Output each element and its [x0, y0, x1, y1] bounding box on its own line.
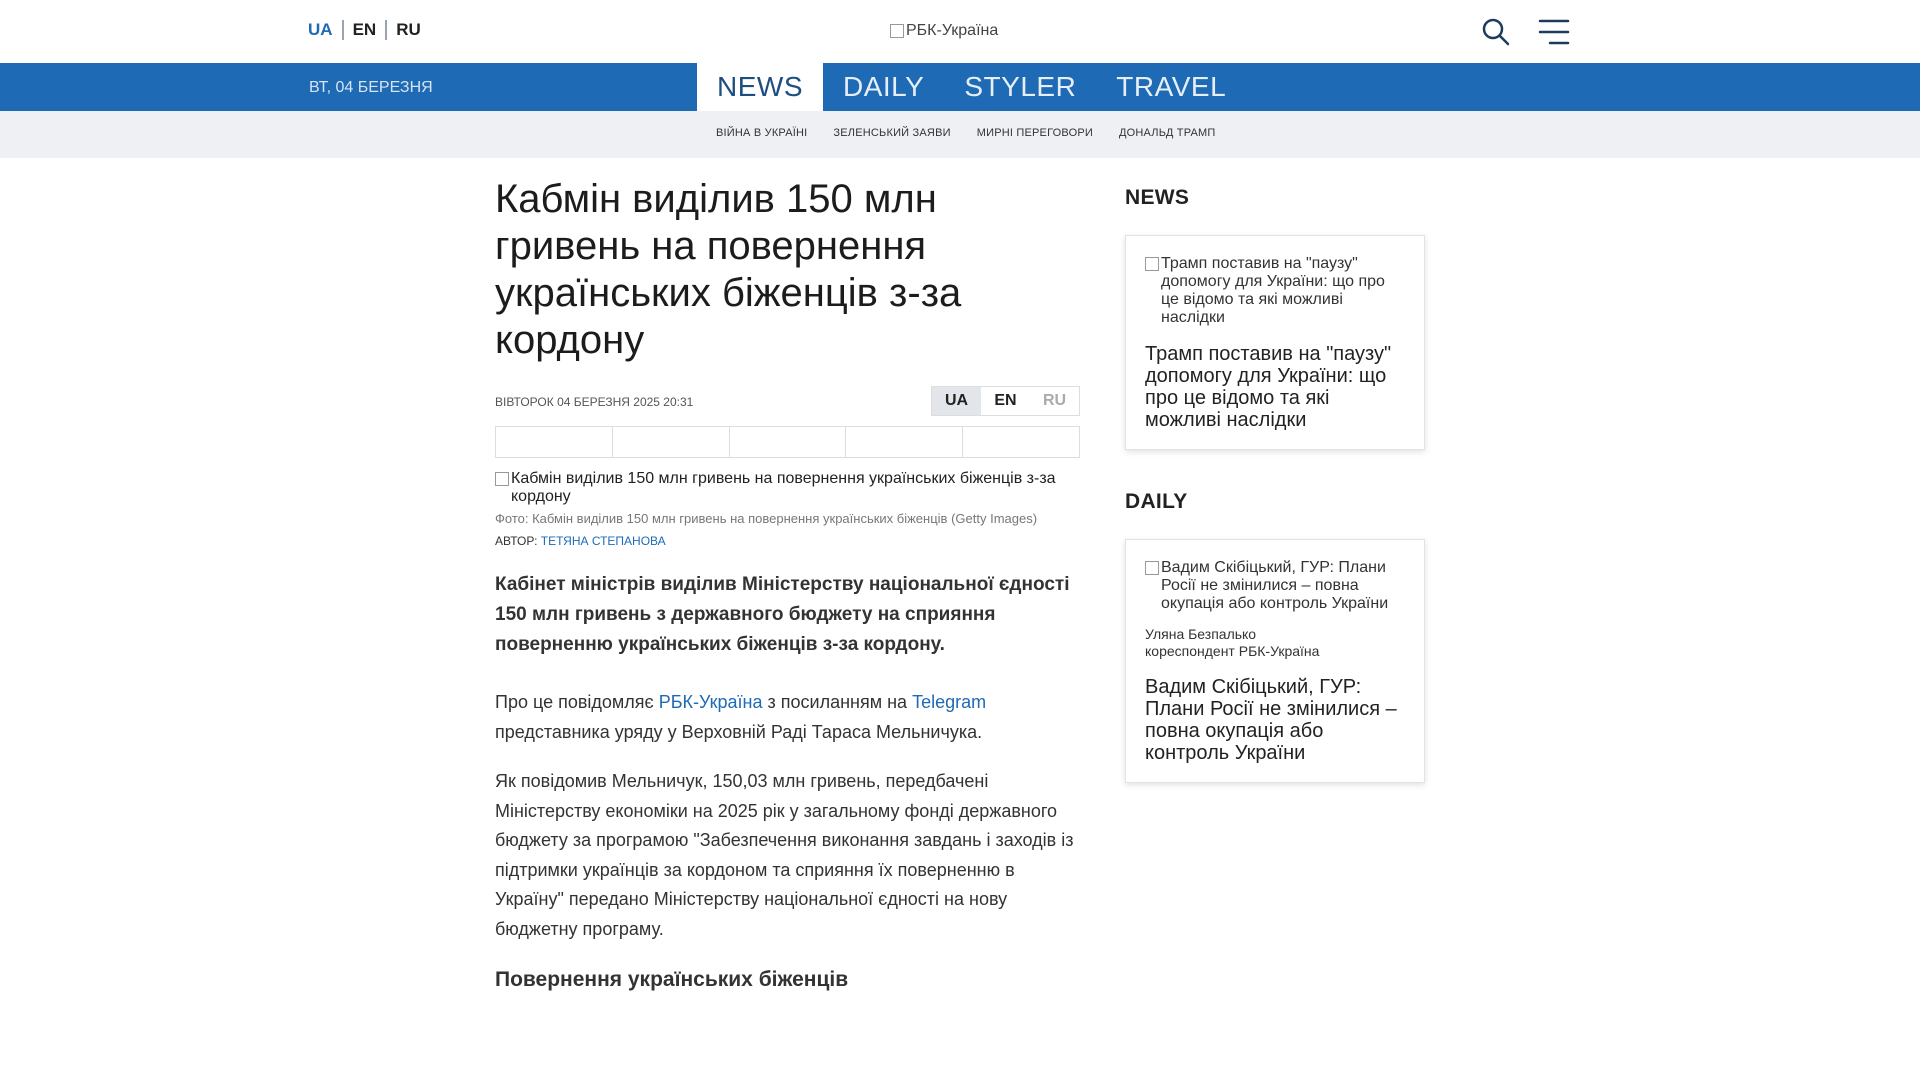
- tag-link[interactable]: МИРНІ ПЕРЕГОВОРИ: [977, 127, 1093, 139]
- sidebar-news-title: NEWS: [1125, 186, 1190, 209]
- daily-card-headline[interactable]: Вадим Скібіцький, ГУР: Плани Росії не зм…: [1145, 676, 1405, 764]
- article-lang-en[interactable]: EN: [981, 387, 1030, 415]
- news-card[interactable]: Трамп поставив на "паузу" допомогу для У…: [1125, 235, 1425, 450]
- tab-travel[interactable]: TRAVEL: [1096, 63, 1246, 111]
- paragraph-text: з посиланням на: [762, 692, 913, 712]
- article-title: Кабмін виділив 150 млн гривень на поверн…: [495, 177, 962, 362]
- image-caption: Фото: Кабмін виділив 150 млн гривень на …: [495, 511, 1038, 526]
- logo-alt-text: РБК-Україна: [906, 22, 999, 39]
- article-paragraph: Про це повідомляє РБК-Україна з посиланн…: [495, 688, 1080, 747]
- tab-daily[interactable]: DAILY: [823, 63, 944, 111]
- share-button[interactable]: [846, 427, 964, 457]
- daily-card-author: Уляна Безпалько кореспондент РБК-Україна: [1145, 626, 1405, 660]
- current-date: ВТ, 04 БЕРЕЗНЯ: [309, 79, 433, 96]
- share-button[interactable]: [613, 427, 730, 457]
- broken-image-icon: [1145, 561, 1159, 575]
- daily-author-role: кореспондент РБК-Україна: [1145, 643, 1320, 659]
- news-card-image: Трамп поставив на "паузу" допомогу для У…: [1145, 255, 1405, 327]
- daily-author-name: Уляна Безпалько: [1145, 626, 1257, 642]
- article-lang-ru: RU: [1030, 387, 1079, 415]
- broken-image-icon: [495, 472, 509, 486]
- section-nav-bar: ВТ, 04 БЕРЕЗНЯ NEWS DAILY STYLER TRAVEL: [0, 63, 1920, 111]
- share-buttons: [495, 426, 1080, 458]
- article-lead: Кабінет міністрів виділив Міністерству н…: [495, 574, 1070, 655]
- section-tabs: NEWS DAILY STYLER TRAVEL: [697, 63, 1246, 111]
- broken-image-icon: [1145, 257, 1159, 271]
- article: Кабмін виділив 150 млн гривень на поверн…: [495, 176, 1080, 992]
- site-logo[interactable]: РБК-Україна: [890, 22, 998, 40]
- article-subheading: Повернення українських біженців: [495, 968, 849, 991]
- tag-link[interactable]: ЗЕЛЕНСЬКИЙ ЗАЯВИ: [833, 127, 950, 139]
- article-meta: ВІВТОРОК 04 БЕРЕЗНЯ 2025 20:31 UA EN RU: [495, 386, 1080, 416]
- paragraph-text: Про це повідомляє: [495, 692, 659, 712]
- share-button[interactable]: [496, 427, 613, 457]
- daily-card-image-alt: Вадим Скібіцький, ГУР: Плани Росії не зм…: [1161, 559, 1389, 612]
- sidebar: NEWS Трамп поставив на "паузу" допомогу …: [1125, 186, 1425, 783]
- search-button[interactable]: [1480, 16, 1512, 48]
- top-header: UA EN RU РБК-Україна: [0, 0, 1920, 63]
- article-author: АВТОР: ТЕТЯНА СТЕПАНОВА: [495, 534, 1080, 548]
- article-language-switcher: UA EN RU: [931, 386, 1080, 416]
- daily-card-image: Вадим Скібіцький, ГУР: Плани Росії не зм…: [1145, 559, 1405, 613]
- hamburger-menu-icon: [1538, 19, 1570, 45]
- tags-bar: ВІЙНА В УКРАЇНІ ЗЕЛЕНСЬКИЙ ЗАЯВИ МИРНІ П…: [0, 111, 1920, 158]
- daily-card[interactable]: Вадим Скібіцький, ГУР: Плани Росії не зм…: [1125, 539, 1425, 783]
- share-button[interactable]: [730, 427, 847, 457]
- broken-image-icon: [890, 24, 904, 38]
- article-image-alt: Кабмін виділив 150 млн гривень на поверн…: [511, 470, 1056, 505]
- tag-link[interactable]: ДОНАЛЬД ТРАМП: [1119, 127, 1216, 139]
- source-link[interactable]: РБК-Україна: [659, 692, 763, 712]
- article-paragraph: Як повідомив Мельничук, 150,03 млн гриве…: [495, 771, 1074, 939]
- tag-link[interactable]: ВІЙНА В УКРАЇНІ: [716, 127, 807, 139]
- publish-date: ВІВТОРОК 04 БЕРЕЗНЯ 2025 20:31: [495, 395, 694, 409]
- author-label: АВТОР:: [495, 534, 538, 548]
- sidebar-daily-title: DAILY: [1125, 490, 1188, 513]
- share-button[interactable]: [963, 427, 1079, 457]
- author-link[interactable]: ТЕТЯНА СТЕПАНОВА: [541, 534, 666, 548]
- paragraph-text: представника уряду у Верховній Раді Тара…: [495, 721, 983, 742]
- article-image: Кабмін виділив 150 млн гривень на поверн…: [495, 470, 1080, 506]
- news-card-headline[interactable]: Трамп поставив на "паузу" допомогу для У…: [1145, 343, 1405, 431]
- telegram-link[interactable]: Telegram: [912, 692, 986, 712]
- news-card-image-alt: Трамп поставив на "паузу" допомогу для У…: [1161, 255, 1385, 326]
- lang-en-link[interactable]: EN: [344, 20, 386, 40]
- article-lang-ua[interactable]: UA: [932, 387, 981, 415]
- tab-styler[interactable]: STYLER: [944, 63, 1096, 111]
- tab-news[interactable]: NEWS: [697, 63, 823, 111]
- tag-list: ВІЙНА В УКРАЇНІ ЗЕЛЕНСЬКИЙ ЗАЯВИ МИРНІ П…: [716, 127, 1216, 139]
- lang-ua-link[interactable]: UA: [308, 20, 342, 40]
- lang-ru-link[interactable]: RU: [387, 20, 430, 40]
- menu-button[interactable]: [1538, 18, 1570, 46]
- search-icon: [1482, 18, 1510, 46]
- language-switcher: UA EN RU: [308, 20, 430, 40]
- sidebar-daily-block: DAILY Вадим Скібіцький, ГУР: Плани Росії…: [1125, 490, 1425, 783]
